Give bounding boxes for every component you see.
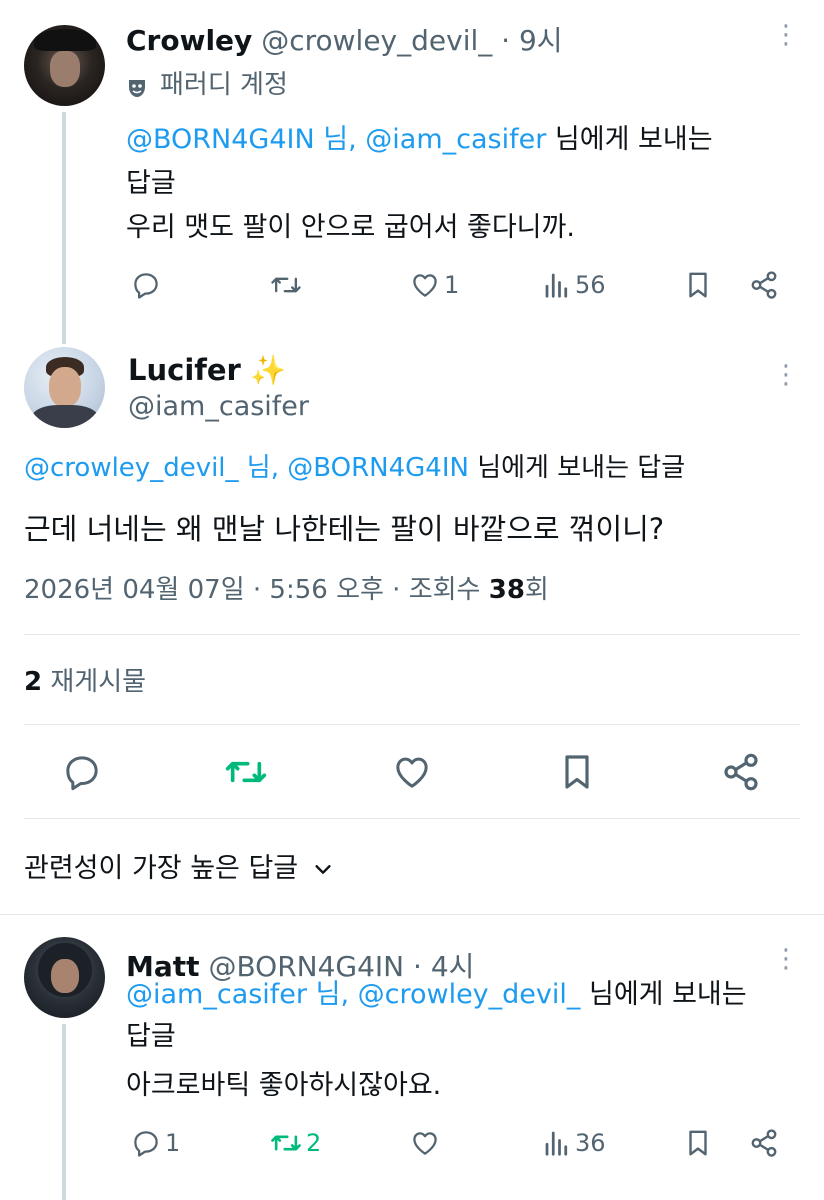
reply-icon <box>66 756 98 791</box>
bookmark-icon <box>689 1130 707 1156</box>
separator: · <box>501 24 511 57</box>
tweet-text: 아크로바틱 좋아하시잖아요. <box>126 1070 442 1101</box>
reply-to-suffix: 님에게 보내는 <box>554 124 713 155</box>
share-button[interactable] <box>748 270 780 300</box>
parody-mask-icon <box>126 74 148 97</box>
views-count: 36 <box>575 1129 606 1157</box>
more-icon[interactable]: ⋮ <box>773 946 799 972</box>
bookmark-button[interactable] <box>684 270 712 300</box>
share-icon <box>751 1129 777 1157</box>
reply-count: 1 <box>165 1129 181 1157</box>
reposts-stat[interactable]: 2 재게시물 <box>24 664 146 700</box>
repost-count: 2 <box>306 1129 322 1157</box>
like-button[interactable] <box>392 752 432 792</box>
avatar[interactable] <box>24 937 105 1018</box>
reply-button[interactable]: 1 <box>131 1128 180 1158</box>
reply-to-line2: 답글 <box>126 1021 176 1052</box>
replies-sort-label: 관련성이 가장 높은 답글 <box>24 853 299 884</box>
tweet-text: 근데 너네는 왜 맨날 나한테는 팔이 바깥으로 꺾이니? <box>24 512 665 546</box>
like-icon <box>413 274 437 297</box>
reply-button[interactable] <box>131 270 161 300</box>
like-icon <box>413 1132 437 1155</box>
bookmark-button[interactable] <box>684 1128 712 1158</box>
timestamp[interactable]: 9시 <box>519 24 563 57</box>
reply-to-mentions[interactable]: @BORN4G4IN 님, @iam_casifer <box>126 124 546 155</box>
share-button[interactable] <box>748 1128 780 1158</box>
avatar[interactable] <box>24 347 105 428</box>
avatar[interactable] <box>24 25 105 106</box>
like-button[interactable]: 1 <box>410 270 459 300</box>
more-icon[interactable]: ⋮ <box>773 22 799 48</box>
view-suffix: 회 <box>524 575 549 605</box>
thread-line <box>62 1024 66 1200</box>
reply-button[interactable] <box>62 752 102 792</box>
reply-icon <box>134 273 158 299</box>
handle[interactable]: @iam_casifer <box>128 390 309 424</box>
views-button[interactable]: 36 <box>543 1128 606 1158</box>
reply-to-mentions[interactable]: @iam_casifer 님, @crowley_devil_ <box>126 979 580 1010</box>
reply-to-mentions[interactable]: @crowley_devil_ 님, @BORN4G4IN <box>24 453 469 483</box>
views-icon <box>545 1131 568 1156</box>
divider <box>0 914 824 915</box>
repost-button[interactable]: 2 <box>270 1128 321 1158</box>
divider <box>24 724 800 725</box>
bookmark-button[interactable] <box>558 752 596 792</box>
divider <box>24 634 800 635</box>
replies-sort-dropdown[interactable]: 관련성이 가장 높은 답글 <box>24 850 334 888</box>
bookmark-icon <box>689 272 707 298</box>
views-count: 56 <box>575 271 606 299</box>
name-emoji: ✨ <box>250 353 287 387</box>
reposts-count: 2 <box>24 667 43 697</box>
reply-to-suffix: 님에게 보내는 <box>588 979 747 1010</box>
reply-to-line2: 답글 <box>126 168 176 199</box>
repost-button[interactable] <box>224 752 268 792</box>
display-name[interactable]: Lucifer <box>128 353 241 387</box>
divider <box>24 818 800 819</box>
share-button[interactable] <box>720 752 762 792</box>
repost-button[interactable] <box>270 270 302 300</box>
like-button[interactable] <box>410 1128 440 1158</box>
like-count: 1 <box>444 271 460 299</box>
views-icon <box>545 273 568 298</box>
views-button[interactable]: 56 <box>543 270 606 300</box>
reply-to-suffix: 님에게 보내는 답글 <box>477 453 686 483</box>
account-label: 패러디 계정 <box>160 70 288 100</box>
like-icon <box>396 757 428 788</box>
bookmark-icon <box>565 755 589 789</box>
repost-icon <box>271 277 301 293</box>
timestamp[interactable]: 2026년 04월 07일 · 5:56 오후 · 조회수 <box>24 575 480 605</box>
chevron-down-icon <box>315 865 331 874</box>
handle[interactable]: @crowley_devil_ <box>261 24 492 57</box>
repost-icon <box>225 761 267 783</box>
more-icon[interactable]: ⋮ <box>773 362 799 388</box>
share-icon <box>751 271 777 299</box>
reposts-label: 재게시물 <box>50 667 147 697</box>
reply-icon <box>134 1131 158 1157</box>
tweet-text: 우리 맷도 팔이 안으로 굽어서 좋다니까. <box>126 212 575 243</box>
share-icon <box>724 753 758 791</box>
thread-line <box>62 112 66 344</box>
repost-icon <box>271 1135 301 1151</box>
view-count: 38 <box>488 575 525 605</box>
display-name[interactable]: Crowley <box>126 24 252 57</box>
